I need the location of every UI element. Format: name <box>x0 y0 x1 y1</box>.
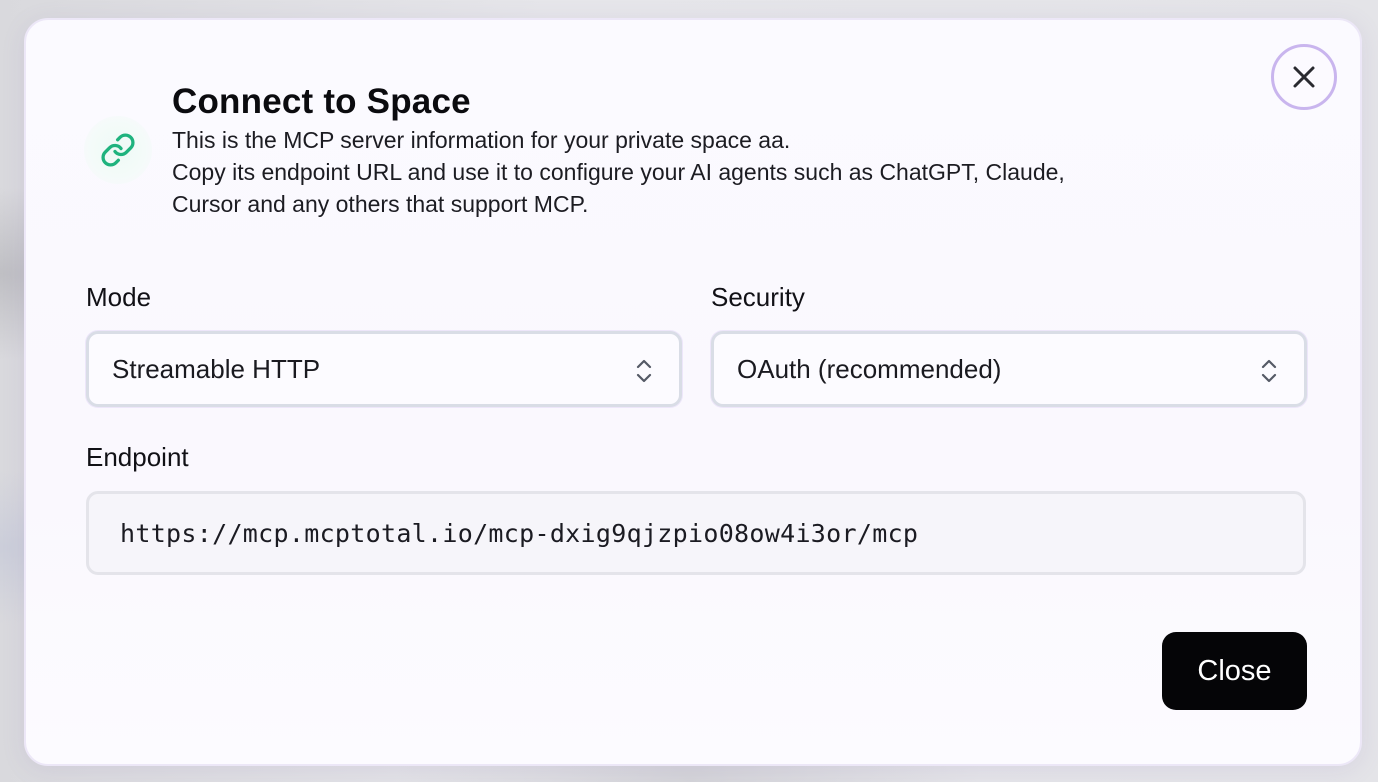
endpoint-url: https://mcp.mcptotal.io/mcp-dxig9qjzpio0… <box>120 518 919 548</box>
description-line: Copy its endpoint URL and use it to conf… <box>172 159 1065 185</box>
mode-select[interactable]: Streamable HTTP <box>86 331 682 407</box>
security-selected-value: OAuth (recommended) <box>737 353 1002 384</box>
description-line: Cursor and any others that support MCP. <box>172 191 589 217</box>
dialog-description: This is the MCP server information for y… <box>172 124 1192 220</box>
close-button[interactable]: Close <box>1162 632 1307 710</box>
header-icon-badge <box>84 116 152 184</box>
connect-to-space-dialog: Connect to Space This is the MCP server … <box>24 18 1362 766</box>
mode-label: Mode <box>86 282 152 312</box>
security-label: Security <box>711 282 805 312</box>
close-icon <box>1293 66 1315 88</box>
chevron-up-down-icon <box>636 359 652 383</box>
link-icon <box>101 133 135 167</box>
endpoint-label: Endpoint <box>86 442 189 472</box>
endpoint-field[interactable]: https://mcp.mcptotal.io/mcp-dxig9qjzpio0… <box>86 491 1306 575</box>
dialog-title: Connect to Space <box>172 82 471 121</box>
security-select[interactable]: OAuth (recommended) <box>711 331 1307 407</box>
mode-selected-value: Streamable HTTP <box>112 353 321 384</box>
chevron-up-down-icon <box>1261 359 1277 383</box>
description-line: This is the MCP server information for y… <box>172 127 791 153</box>
dialog-close-button[interactable] <box>1271 44 1337 110</box>
